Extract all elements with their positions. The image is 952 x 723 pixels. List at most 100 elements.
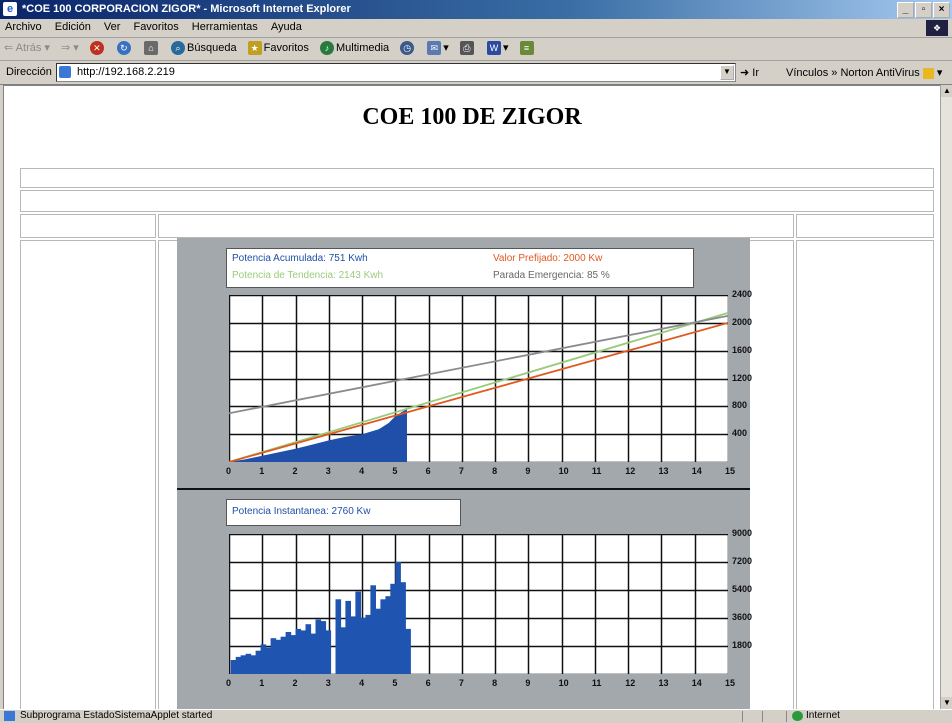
x-tick-label: 0 (226, 466, 232, 476)
x-tick-label: 9 (525, 678, 531, 688)
x-tick-label: 10 (558, 678, 569, 688)
address-input[interactable]: http://192.168.2.219 (56, 63, 736, 82)
scroll-up-icon[interactable]: ▲ (941, 85, 952, 97)
grid (229, 295, 728, 462)
bar (335, 599, 342, 674)
favorites-button[interactable]: ★ Favoritos (244, 41, 313, 55)
series-line (229, 314, 728, 415)
bar (400, 582, 406, 674)
menu-bar: Archivo Edición Ver Favoritos Herramient… (0, 19, 952, 38)
x-tick-label: 12 (625, 678, 636, 688)
menu-favoritos[interactable]: Favoritos (128, 19, 183, 33)
bar (310, 633, 317, 674)
bar (280, 636, 287, 674)
edit-word-button[interactable]: W ▾ (483, 41, 513, 55)
bar (305, 624, 312, 674)
bar (255, 650, 262, 674)
bar (370, 585, 376, 674)
search-icon: ⌕ (171, 41, 186, 55)
menu-ver[interactable]: Ver (99, 19, 126, 33)
bar (395, 562, 401, 674)
bar (295, 628, 302, 674)
estado-sistema-applet[interactable]: Potencia Acumulada: 751 Kwh Potencia de … (177, 238, 753, 710)
history-icon: ◷ (400, 41, 415, 55)
bar (250, 655, 257, 674)
bar (315, 619, 322, 674)
x-tick-label: 11 (591, 466, 602, 476)
menu-archivo[interactable]: Archivo (0, 19, 47, 33)
title-bar: e *COE 100 CORPORACION ZIGOR* - Microsof… (0, 0, 952, 19)
x-tick-label: 0 (226, 678, 232, 688)
x-tick-label: 4 (359, 678, 365, 688)
word-icon: W (486, 41, 501, 55)
discuss-button[interactable]: ≡ (516, 41, 540, 55)
bar (245, 653, 252, 674)
norton-antivirus-button[interactable]: Norton AntiVirus ▾ (840, 67, 942, 79)
address-dropdown-button[interactable]: ▼ (720, 65, 734, 80)
x-tick-label: 1 (259, 466, 265, 476)
page-title: COE 100 DE ZIGOR (362, 104, 582, 130)
menu-edicion[interactable]: Edición (50, 19, 96, 33)
legend-tendencia: Potencia de Tendencia: 2143 Kwh (232, 270, 384, 281)
bar (290, 635, 297, 674)
bar (345, 600, 351, 674)
x-tick-label: 6 (425, 678, 431, 688)
print-button[interactable]: ⎙ (456, 41, 480, 55)
x-tick-label: 14 (691, 466, 702, 476)
layout-row-2 (20, 190, 934, 212)
menu-ayuda[interactable]: Ayuda (266, 19, 307, 33)
search-button[interactable]: ⌕ Búsqueda (167, 41, 241, 55)
x-tick-label: 8 (492, 466, 498, 476)
page-content: COE 100 DE ZIGOR Potencia Acumulada: 751… (3, 85, 941, 711)
bar (320, 621, 327, 674)
internet-zone-icon (792, 711, 803, 721)
status-text: Subprograma EstadoSistemaApplet started (20, 710, 213, 721)
bar (265, 647, 272, 674)
chart1-svg (229, 295, 728, 462)
layout-cell-right-top (796, 214, 934, 238)
print-icon: ⎙ (459, 41, 474, 55)
bar (390, 583, 396, 674)
chart1-plot (229, 295, 728, 462)
y-tick-label: 9000 (732, 528, 753, 538)
x-tick-label: 5 (392, 466, 398, 476)
forward-button[interactable]: ⇒ ▾ (57, 41, 83, 54)
minimize-button[interactable]: _ (897, 2, 914, 18)
mail-button[interactable]: ✉ ▾ (423, 41, 453, 55)
close-button[interactable]: × (933, 2, 950, 18)
multimedia-button[interactable]: ♪ Multimedia (316, 41, 393, 55)
address-label: Dirección (6, 66, 52, 78)
x-tick-label: 15 (725, 466, 736, 476)
legend-prefijado: Valor Prefijado: 2000 Kw (493, 253, 603, 264)
back-button[interactable]: ⇐ Atrás ▾ (0, 41, 54, 54)
bar (355, 591, 361, 674)
back-arrow-icon: ⇐ (4, 42, 14, 54)
refresh-button[interactable]: ↻ (113, 41, 137, 55)
x-tick-label: 4 (359, 466, 365, 476)
y-tick-label: 2400 (732, 289, 753, 299)
vertical-scrollbar[interactable]: ▲ ▼ (940, 85, 952, 709)
applet-status-icon (4, 711, 15, 721)
go-arrow-icon: ➜ (740, 67, 750, 79)
layout-cell-right (796, 240, 934, 710)
home-button[interactable]: ⌂ (140, 41, 164, 55)
go-button[interactable]: ➜ Ir (740, 66, 759, 79)
chevron-right-icon[interactable]: » (831, 67, 837, 79)
layout-cell-left (20, 240, 156, 710)
bar (380, 599, 386, 674)
x-tick-label: 13 (658, 466, 669, 476)
bar (375, 608, 381, 674)
stop-button[interactable]: ✕ (86, 41, 110, 55)
window-title: *COE 100 CORPORACION ZIGOR* - Microsoft … (22, 3, 351, 15)
ie-logo-icon: e (3, 2, 17, 16)
x-tick-label: 6 (425, 466, 431, 476)
scroll-down-icon[interactable]: ▼ (941, 697, 952, 709)
bar (360, 618, 366, 674)
address-url: http://192.168.2.219 (77, 66, 175, 78)
x-tick-label: 15 (725, 678, 736, 688)
bar (325, 630, 332, 674)
links-button[interactable]: Vínculos (786, 67, 828, 79)
menu-herramientas[interactable]: Herramientas (187, 19, 263, 33)
history-button[interactable]: ◷ (396, 41, 420, 55)
maximize-button[interactable]: ▫ (915, 2, 932, 18)
